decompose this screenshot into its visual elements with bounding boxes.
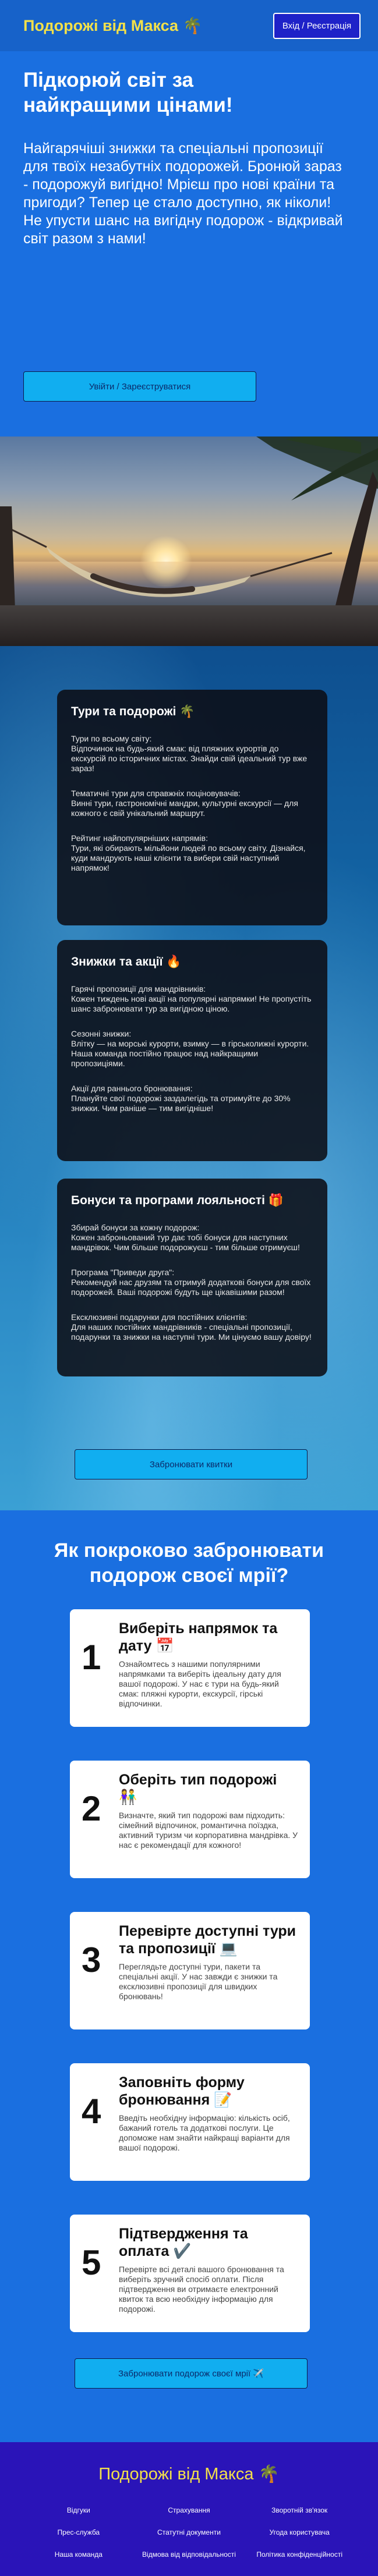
gift-icon: 🎁	[268, 1194, 284, 1207]
step-title: Підтвердження та оплата ✔️	[119, 2226, 248, 2259]
hero-section: Підкорюй світ за найкращими цінами! Найг…	[0, 51, 378, 437]
step-text: Введіть необхідну інформацію: кількість …	[119, 2113, 290, 2152]
fire-icon: 🔥	[166, 955, 182, 968]
site-footer: Подорожі від Макса 🌴 Відгуки Страхування…	[0, 2442, 378, 2576]
step-number: 1	[82, 1638, 101, 1677]
card-item-heading: Ексклюзивні подарунки для постійних кліє…	[71, 1312, 248, 1322]
book-dream-trip-button[interactable]: Забронювати подорож своєї мрії ✈️	[75, 2358, 308, 2389]
discounts-card: Знижки та акції 🔥 Гарячі пропозиції для …	[57, 940, 327, 1161]
footer-link-disclaimer[interactable]: Відмова від відповідальності	[134, 2550, 245, 2559]
footer-link-insurance[interactable]: Страхування	[134, 2506, 245, 2514]
login-register-button[interactable]: Вхід / Реєстрація	[273, 12, 361, 39]
card-item-text: Винні тури, гастрономічні мандри, культу…	[71, 799, 298, 818]
footer-link-user-agreement[interactable]: Угода користувача	[244, 2528, 355, 2536]
step-number: 5	[82, 2243, 101, 2282]
hero-text: Найгарячіші знижки та спеціальні пропози…	[23, 140, 343, 247]
card-item: Рейтинг найпопулярніших напрямів: Тури, …	[71, 833, 313, 873]
card-item-text: Влітку — на морські курорти, взимку — в …	[71, 1039, 309, 1068]
loyalty-card: Бонуси та програми лояльності 🎁 Збирай б…	[57, 1179, 327, 1376]
card-item-text: Тури, які обирають мільйони людей по всь…	[71, 843, 306, 872]
step-card: 5 Підтвердження та оплата ✔️ Перевірте в…	[70, 2215, 310, 2332]
step-title: Виберіть напрямок та дату 📅	[119, 1620, 278, 1654]
card-item: Ексклюзивні подарунки для постійних кліє…	[71, 1312, 313, 1342]
step-card: 4 Заповніть форму бронювання 📝 Введіть н…	[70, 2063, 310, 2181]
site-logo[interactable]: Подорожі від Макса 🌴	[23, 16, 202, 35]
footer-link-statutory-docs[interactable]: Статутні документи	[134, 2528, 245, 2536]
footer-link-feedback[interactable]: Зворотній зв'язок	[244, 2506, 355, 2514]
card-item: Акції для раннього бронювання: Плануйте …	[71, 1084, 313, 1113]
card-item-text: Для наших постійних мандрівників - спеці…	[71, 1322, 312, 1342]
card-item-heading: Програма "Приведи друга":	[71, 1268, 175, 1277]
card-item: Сезонні знижки: Влітку — на морські куро…	[71, 1029, 313, 1069]
card-item-heading: Тематичні тури для справжніх поціновувач…	[71, 789, 241, 798]
step-text: Переглядьте доступні тури, пакети та спе…	[119, 1962, 278, 2001]
step-text: Визначте, який тип подорожі вам підходит…	[119, 1811, 298, 1850]
step-title: Оберіть тип подорожі 👫	[119, 1772, 277, 1805]
sand-foreground	[0, 605, 378, 646]
footer-link-privacy[interactable]: Політика конфіденційності	[244, 2550, 355, 2559]
footer-link-reviews[interactable]: Відгуки	[23, 2506, 134, 2514]
step-text: Перевірте всі деталі вашого бронювання т…	[119, 2265, 284, 2314]
logo-text: Подорожі від Макса	[23, 17, 179, 34]
card-item-heading: Збирай бонуси за кожну подорож:	[71, 1223, 200, 1232]
card-item: Тури по всьому світу: Відпочинок на будь…	[71, 734, 313, 773]
hero-login-button[interactable]: Увійти / Зареєструватися	[23, 371, 256, 402]
discounts-card-title: Знижки та акції 🔥	[71, 955, 182, 968]
tours-card: Тури та подорожі 🌴 Тури по всьому світу:…	[57, 690, 327, 925]
step-card: 2 Оберіть тип подорожі 👫 Визначте, який …	[70, 1761, 310, 1878]
palm-tree-icon: 🌴	[258, 2465, 280, 2483]
step-card: 3 Перевірте доступні тури та пропозиції …	[70, 1912, 310, 2029]
card-item-heading: Гарячі пропозиції для мандрівників:	[71, 984, 206, 994]
card-item-heading: Сезонні знижки:	[71, 1029, 132, 1038]
card-item-text: Плануйте свої подорожі заздалегідь та от…	[71, 1094, 291, 1113]
step-text: Ознайомтесь з нашими популярними напрямк…	[119, 1659, 281, 1708]
card-item: Тематичні тури для справжніх поціновувач…	[71, 789, 313, 818]
card-item-text: Кожен тиждень нові акції на популярні на…	[71, 994, 312, 1013]
card-item-heading: Тури по всьому світу:	[71, 734, 152, 743]
card-item: Програма "Приведи друга": Рекомендуй нас…	[71, 1268, 313, 1297]
tours-card-title: Тури та подорожі 🌴	[71, 705, 195, 718]
palm-tree-icon: 🌴	[179, 705, 195, 718]
step-number: 4	[82, 2092, 101, 2131]
step-number: 2	[82, 1789, 101, 1828]
loyalty-card-title: Бонуси та програми лояльності 🎁	[71, 1194, 284, 1207]
step-card: 1 Виберіть напрямок та дату 📅 Ознайомтес…	[70, 1609, 310, 1727]
footer-link-press[interactable]: Прес-служба	[23, 2528, 134, 2536]
steps-title: Як покроково забронювати подорож своєї м…	[54, 1539, 324, 1587]
card-item-text: Рекомендуй нас друзям та отримуй додатко…	[71, 1278, 311, 1297]
card-item-heading: Рейтинг найпопулярніших напрямів:	[71, 833, 208, 843]
footer-logo[interactable]: Подорожі від Макса 🌴	[0, 2464, 378, 2484]
beach-hammock-photo	[0, 437, 378, 646]
card-item-heading: Акції для раннього бронювання:	[71, 1084, 193, 1093]
hero-title: Підкорюй світ за найкращими цінами!	[23, 69, 233, 116]
footer-links: Відгуки Страхування Зворотній зв'язок Пр…	[23, 2506, 355, 2559]
footer-link-team[interactable]: Наша команда	[23, 2550, 134, 2559]
book-tickets-button[interactable]: Забронювати квитки	[75, 1449, 308, 1479]
palm-tree-icon: 🌴	[182, 17, 203, 34]
booking-steps-section: Як покроково забронювати подорож своєї м…	[0, 1510, 378, 2442]
step-number: 3	[82, 1940, 101, 1979]
card-item-text: Кожен заброньований тур дає тобі бонуси …	[71, 1233, 300, 1252]
offers-section: Тури та подорожі 🌴 Тури по всьому світу:…	[0, 646, 378, 1510]
card-item-text: Відпочинок на будь-який смак: від пляжни…	[71, 744, 308, 773]
card-item: Збирай бонуси за кожну подорож: Кожен за…	[71, 1223, 313, 1252]
step-title: Заповніть форму бронювання 📝	[119, 2074, 245, 2108]
site-header: Подорожі від Макса 🌴 Вхід / Реєстрація	[0, 0, 378, 51]
card-item: Гарячі пропозиції для мандрівників: Коже…	[71, 984, 313, 1014]
step-title: Перевірте доступні тури та пропозиції 💻	[119, 1923, 296, 1957]
